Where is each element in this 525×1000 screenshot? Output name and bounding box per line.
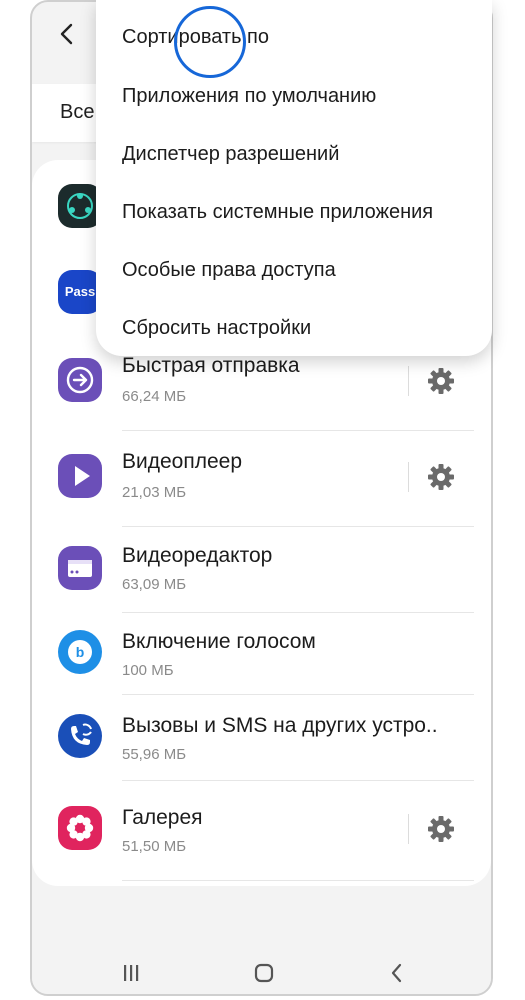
- back-arrow-icon[interactable]: [54, 20, 82, 48]
- menu-item-reset-preferences[interactable]: Сбросить настройки: [122, 317, 311, 340]
- video-editor-icon: [58, 546, 102, 590]
- app-row-gallery[interactable]: Галерея 51,50 МБ: [32, 782, 491, 872]
- quick-share-icon: [58, 358, 102, 402]
- app-name: Включение голосом: [122, 630, 316, 653]
- row-divider: [122, 780, 474, 781]
- filter-label: Все: [60, 101, 95, 123]
- video-player-icon: [58, 454, 102, 498]
- app-row-video-editor[interactable]: Видеоредактор 63,09 МБ: [32, 526, 491, 616]
- app-name: Видеоредактор: [122, 544, 273, 567]
- app-row-voice-wake[interactable]: b Включение голосом 100 МБ: [32, 612, 491, 702]
- pass-icon-text: Pass: [64, 284, 96, 299]
- app-row-calls-sms[interactable]: Вызовы и SMS на других устро.. 55,96 МБ: [32, 696, 491, 786]
- settings-divider: [408, 814, 409, 844]
- menu-item-special-access[interactable]: Особые права доступа: [122, 259, 336, 282]
- gear-icon[interactable]: [426, 366, 456, 396]
- settings-divider: [408, 462, 409, 492]
- menu-item-show-system-apps[interactable]: Показать системные приложения: [122, 201, 433, 224]
- gallery-icon: [58, 806, 102, 850]
- app-size: 100 МБ: [122, 662, 174, 679]
- svg-text:b: b: [76, 644, 85, 660]
- menu-item-default-apps[interactable]: Приложения по умолчанию: [122, 85, 376, 108]
- row-divider: [122, 880, 474, 881]
- home-icon[interactable]: [251, 960, 277, 986]
- app-name: Галерея: [122, 806, 203, 829]
- call-sms-other-devices-icon: [58, 714, 102, 758]
- app-name: Быстрая отправка: [122, 354, 300, 377]
- app-size: 55,96 МБ: [122, 746, 187, 763]
- app-size: 51,50 МБ: [122, 838, 187, 855]
- app-size: 21,03 МБ: [122, 484, 187, 501]
- gear-icon[interactable]: [426, 814, 456, 844]
- recents-icon[interactable]: [118, 960, 144, 986]
- app-size: 63,09 МБ: [122, 576, 187, 593]
- navigation-bar: [32, 948, 491, 994]
- app-size: 66,24 МБ: [122, 388, 187, 405]
- row-divider: [122, 694, 474, 695]
- app-row-video-player[interactable]: Видеоплеер 21,03 МБ: [32, 432, 491, 522]
- gear-icon[interactable]: [426, 462, 456, 492]
- bixby-voice-icon: b: [58, 630, 102, 674]
- app-name: Вызовы и SMS на других устро..: [122, 714, 438, 737]
- menu-item-permission-manager[interactable]: Диспетчер разрешений: [122, 143, 339, 166]
- row-divider: [122, 430, 474, 431]
- overflow-menu: Сортировать по Приложения по умолчанию Д…: [96, 0, 492, 356]
- back-icon[interactable]: [384, 960, 410, 986]
- settings-divider: [408, 366, 409, 396]
- app-name: Видеоплеер: [122, 450, 243, 473]
- tap-indicator-ring: [174, 6, 246, 78]
